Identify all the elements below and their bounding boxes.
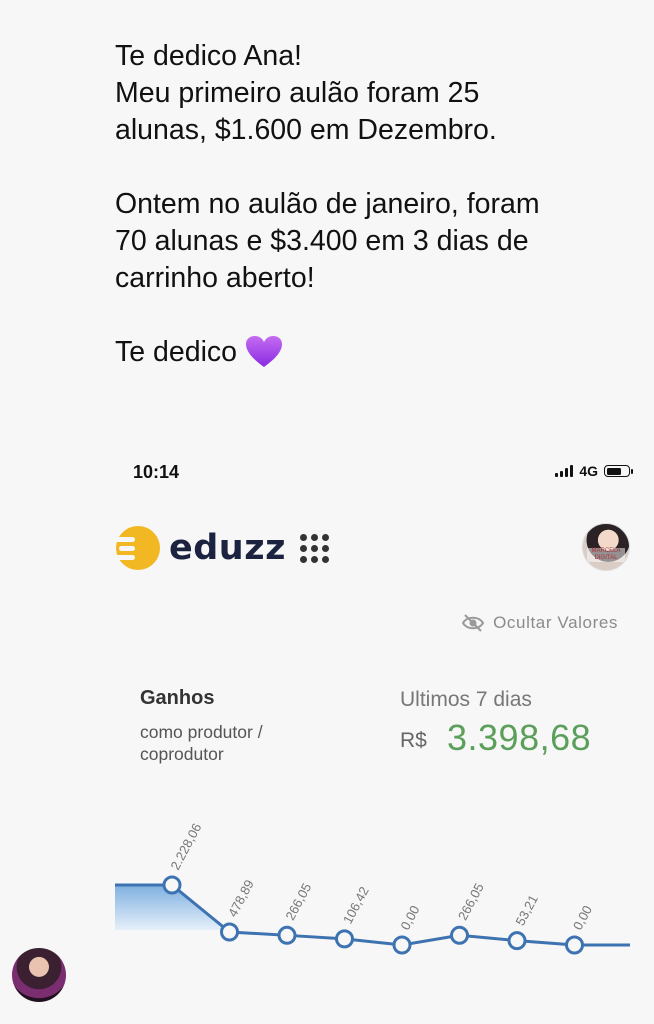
sender-avatar[interactable] xyxy=(12,948,66,1002)
message-line: Ontem no aulão de janeiro, foram xyxy=(115,188,540,220)
chart-point xyxy=(277,925,297,945)
purple-heart-icon xyxy=(246,336,283,367)
earnings-title: Ganhos xyxy=(140,687,215,709)
chat-message: Te dedico Ana! Meu primeiro aulão foram … xyxy=(115,38,615,371)
status-indicators: 4G xyxy=(555,463,633,479)
hide-values-button[interactable]: Ocultar Valores xyxy=(461,613,618,633)
chart-point xyxy=(162,875,182,895)
message-line-dedication: Te dedico xyxy=(115,334,615,371)
chart-point xyxy=(450,925,469,945)
message-line: Te dedico xyxy=(115,336,238,368)
chart-data-label: 2.228,06 xyxy=(167,821,204,873)
signal-icon xyxy=(555,465,574,477)
chart-data-label: 266,05 xyxy=(455,881,487,923)
chart-data-label: 53,21 xyxy=(512,892,541,928)
message-line: 70 alunas e $3.400 em 3 dias de xyxy=(115,225,529,257)
earnings-line-chart: 2.228,06 478,89 266,05 106,42 0,00 266,05 53,2… xyxy=(115,821,630,955)
chart-data-label: 106,42 xyxy=(340,884,372,926)
chart-data-label: 478,89 xyxy=(225,877,257,919)
chart-point xyxy=(220,922,239,942)
chart-point xyxy=(392,935,412,955)
chart-point xyxy=(507,931,527,951)
status-time: 10:14 xyxy=(133,462,180,482)
earnings-subtitle: como produtor / coprodutor xyxy=(140,722,263,764)
apps-grid-icon[interactable] xyxy=(299,533,329,563)
hide-values-label: Ocultar Valores xyxy=(493,613,618,632)
message-line: Meu primeiro aulão foram 25 xyxy=(115,77,480,109)
chart-data-label: 0,00 xyxy=(397,903,422,932)
profile-avatar[interactable]: MARCELA DIGITAL xyxy=(582,523,630,571)
brand-name: eduzz xyxy=(169,528,286,568)
eduzz-logo[interactable]: eduzz xyxy=(115,525,329,571)
chart-data-label: 0,00 xyxy=(570,903,595,932)
chart-point xyxy=(335,929,354,949)
eduzz-logo-icon xyxy=(115,526,160,570)
network-label: 4G xyxy=(579,463,598,479)
chart-data-label: 266,05 xyxy=(282,881,314,923)
screenshot-eduzz-app: 10:14 4G eduzz MARCELA DIGITAL Ocultar V… xyxy=(115,445,633,975)
eye-off-icon xyxy=(461,614,485,632)
chart-point xyxy=(565,935,584,955)
period-label: Ultimos 7 dias xyxy=(400,688,532,711)
earnings-amount: 3.398,68 xyxy=(447,717,592,758)
message-line: Te dedico Ana! xyxy=(115,40,302,72)
battery-icon xyxy=(604,465,633,477)
message-line: alunas, $1.600 em Dezembro. xyxy=(115,114,497,146)
currency-label: R$ xyxy=(400,729,427,752)
avatar-caption: MARCELA DIGITAL xyxy=(587,548,625,562)
message-line: carrinho aberto! xyxy=(115,262,315,294)
